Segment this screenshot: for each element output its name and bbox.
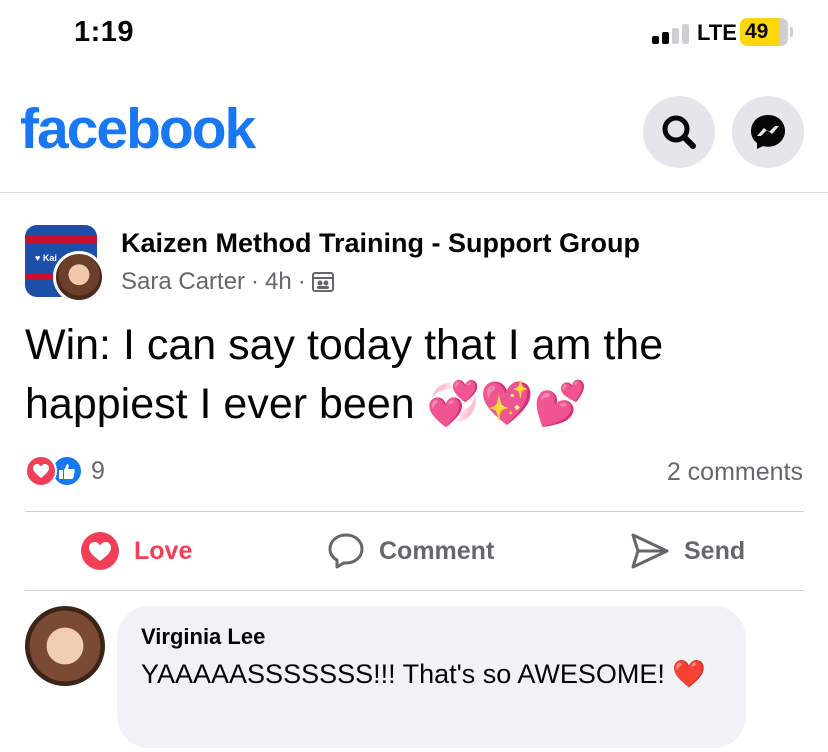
send-icon [631,533,669,569]
facebook-logo[interactable]: facebook [20,96,256,162]
post-time[interactable]: 4h [265,268,292,296]
love-icon [81,532,119,570]
post-meta: Sara Carter · 4h · [121,268,334,296]
divider [25,511,804,512]
post-actions: Love Comment Send [0,513,828,589]
love-label: Love [134,536,193,565]
app-header: facebook [0,66,828,193]
comment-label: Comment [379,536,495,565]
messenger-button[interactable] [732,96,804,168]
comment-icon [328,533,364,569]
divider [25,590,804,591]
love-reaction-icon [25,455,57,487]
network-type: LTE [697,20,737,45]
status-time: 1:19 [74,16,135,48]
battery-level: 49 [745,20,769,43]
group-name[interactable]: Kaizen Method Training - Support Group [121,228,640,259]
search-icon [662,115,696,149]
group-audience-icon [311,272,334,292]
send-button[interactable]: Send [630,513,745,589]
comments-count[interactable]: 2 comments [667,458,803,487]
comment-bubble[interactable]: Virginia Lee YAAAAASSSSSSS!!! That's so … [117,606,746,748]
post-text: Win: I can say today that I am the happi… [25,321,664,428]
send-label: Send [684,536,746,565]
battery-icon: 49 [740,18,788,46]
meta-separator: · [251,268,260,295]
comment-author[interactable]: Virginia Lee [141,624,265,650]
commenter-avatar[interactable] [25,606,105,686]
search-button[interactable] [643,96,715,168]
messenger-icon [751,115,785,149]
meta-separator: · [297,268,306,295]
reaction-count: 9 [91,456,105,485]
author-avatar[interactable] [53,251,105,303]
battery-nub [790,27,793,37]
love-button[interactable]: Love [80,513,192,589]
signal-icon [652,22,692,44]
comment-text: YAAAAASSSSSSS!!! That's so AWESOME! ❤️ [141,659,706,689]
comment-button[interactable]: Comment [327,513,494,589]
status-bar: 1:19 LTE 49 [0,0,828,66]
reactions-summary[interactable]: 9 [25,455,105,487]
author-name[interactable]: Sara Carter [121,268,245,296]
